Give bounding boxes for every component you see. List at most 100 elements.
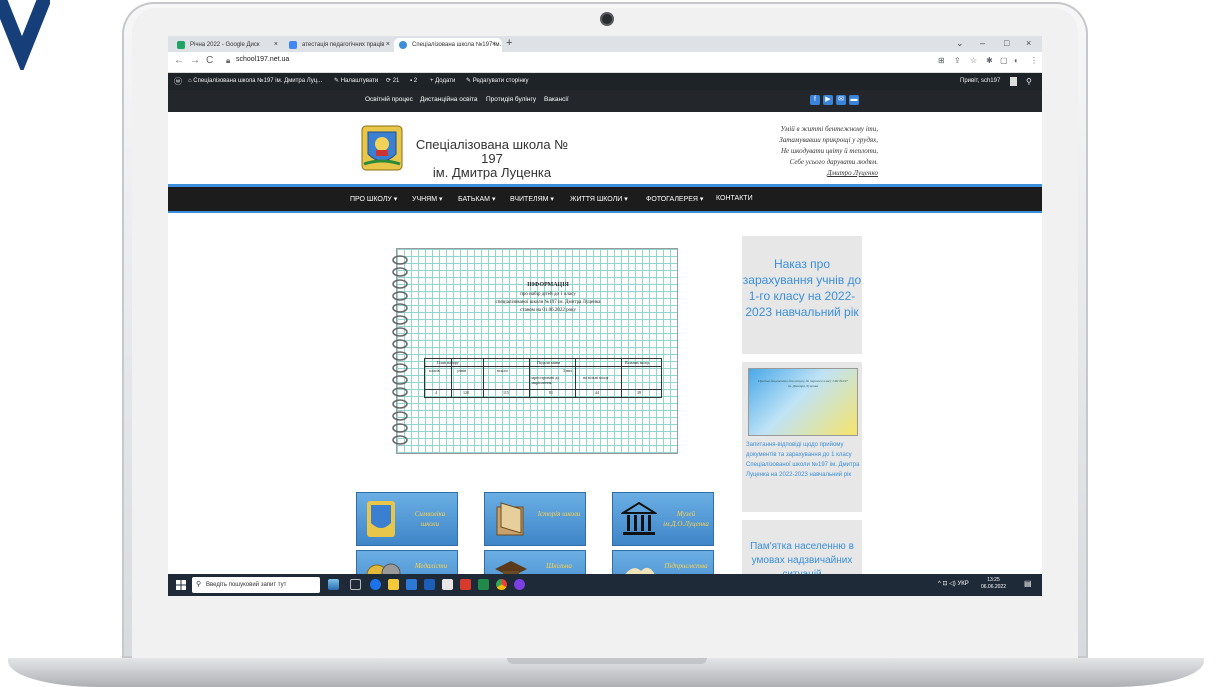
- table-subheader: класів: [429, 368, 440, 373]
- maximize-button[interactable]: □: [1004, 36, 1009, 50]
- notebook-rings: [392, 255, 408, 445]
- wp-edit-page-link[interactable]: ✎ Редагувати сторінку: [466, 73, 528, 90]
- main-nav-item[interactable]: БАТЬКАМ ▾: [458, 195, 495, 203]
- notebook-title: ІНФОРМАЦІЯ: [527, 282, 569, 288]
- wp-account-link[interactable]: Привіт, sch197: [960, 73, 1000, 90]
- sidebar-faq-link[interactable]: Запитання-відповіді щодо прийому докумен…: [746, 440, 860, 480]
- school-crest-icon[interactable]: [360, 124, 404, 172]
- close-window-button[interactable]: ×: [1026, 36, 1031, 50]
- header-poem: Умій в житті бентежному іти, Затамувавши…: [779, 125, 878, 177]
- edge-icon[interactable]: [370, 579, 381, 590]
- books-icon: [496, 502, 524, 536]
- weather-icon[interactable]: [328, 579, 339, 590]
- main-nav-item[interactable]: ПРО ШКОЛУ ▾: [350, 195, 397, 203]
- lock-icon[interactable]: 🔒︎: [226, 56, 230, 66]
- top-nav: Освітній процес Дистанційна освіта Проти…: [168, 90, 1042, 112]
- app-icon[interactable]: [442, 579, 453, 590]
- notebook-line: станом на 01.06.2022 року: [520, 308, 576, 313]
- wp-updates-link[interactable]: ⟳ 21: [386, 73, 399, 90]
- table-cell: 81: [549, 390, 553, 395]
- wp-admin-bar: ⓦ ⌂ Спеціалізована школа №197 ім. Дмитра…: [168, 73, 1042, 90]
- minimize-button[interactable]: –: [980, 36, 985, 50]
- top-nav-item[interactable]: Дистанційна освіта: [420, 96, 477, 103]
- email-icon[interactable]: ✉: [836, 95, 846, 105]
- translate-icon[interactable]: ⊞: [938, 56, 945, 65]
- tile-museum[interactable]: Музей ім.Д.О.Луценка: [612, 492, 714, 546]
- table-cell: 120: [463, 390, 469, 395]
- notifications-icon[interactable]: ▤: [1024, 579, 1032, 588]
- app-icon[interactable]: [514, 579, 525, 590]
- main-nav-item[interactable]: ЖИТТЯ ШКОЛИ ▾: [570, 195, 628, 203]
- task-view-icon[interactable]: [350, 579, 361, 590]
- top-nav-item[interactable]: Протидія булінгу: [486, 96, 536, 103]
- main-nav-item[interactable]: ФОТОГАЛЕРЕЯ ▾: [646, 195, 703, 203]
- close-tab-icon[interactable]: ×: [386, 38, 390, 52]
- wordpress-icon[interactable]: ⓦ: [174, 73, 182, 90]
- main-nav-item[interactable]: КОНТАКТИ: [716, 195, 753, 202]
- extensions-icon[interactable]: ✱: [986, 56, 993, 65]
- new-tab-button[interactable]: +: [506, 37, 512, 49]
- tab-search-icon[interactable]: ⌄: [956, 36, 964, 50]
- taskbar-search-input[interactable]: ⚲ Введіть пошуковий запит тут: [192, 577, 320, 593]
- share-icon[interactable]: ⇪: [954, 56, 961, 65]
- facebook-icon[interactable]: f: [810, 95, 820, 105]
- file-explorer-icon[interactable]: [388, 579, 399, 590]
- table-subheader: учнів: [457, 368, 467, 373]
- sidebar-order-link[interactable]: Наказ про зарахування учнів до 1-го клас…: [742, 236, 862, 354]
- table-subheader: всього: [497, 368, 509, 373]
- menu-icon[interactable]: ⋮: [1030, 56, 1038, 65]
- table-subheader: З них: [563, 368, 573, 373]
- avatar[interactable]: [1010, 77, 1017, 86]
- wp-customize-link[interactable]: ✎ Налаштувати: [334, 73, 378, 90]
- admission-banner-image[interactable]: Прийом документів для вступу до першого …: [748, 368, 858, 436]
- notebook-line: спеціалізованої школи №197 ім. Дмитра Лу…: [495, 300, 601, 305]
- rss-icon[interactable]: ▬: [849, 95, 859, 105]
- system-tray[interactable]: ^ ⊡ ◁) УКР: [938, 580, 969, 587]
- corner-logo: [0, 0, 50, 70]
- site-title[interactable]: Спеціалізована школа № 197 ім. Дмитра Лу…: [408, 138, 576, 180]
- table-subheader: зареєстровані до закріплення: [531, 375, 560, 385]
- browser-toolbar: ← → C 🔒︎ school197.net.ua ⊞ ⇪ ☆ ✱ ▢ ◐ ⋮: [168, 52, 1042, 73]
- main-nav-item[interactable]: УЧНЯМ ▾: [412, 195, 443, 203]
- laptop-notch: [507, 658, 707, 664]
- forward-icon[interactable]: →: [190, 55, 200, 66]
- top-nav-item[interactable]: Освітній процес: [365, 96, 413, 103]
- wp-comments-link[interactable]: ▪ 2: [410, 73, 417, 90]
- close-tab-icon[interactable]: ×: [492, 38, 496, 52]
- close-tab-icon[interactable]: ×: [274, 38, 278, 52]
- table-header: План набору: [437, 360, 459, 365]
- wp-site-link[interactable]: ⌂ Спеціалізована школа №197 ім. Дмитра Л…: [188, 73, 322, 90]
- table-cell: 44: [595, 390, 599, 395]
- back-icon[interactable]: ←: [174, 55, 184, 66]
- table-header: Вільних місць: [625, 360, 650, 365]
- profile-icon[interactable]: ◐: [1014, 56, 1019, 65]
- table-cell: 39: [637, 390, 641, 395]
- museum-icon: [621, 501, 657, 535]
- sidepanel-icon[interactable]: ▢: [1000, 56, 1008, 65]
- tile-history[interactable]: Історія школи: [484, 492, 586, 546]
- youtube-icon[interactable]: ▶: [823, 95, 833, 105]
- address-bar[interactable]: school197.net.ua: [236, 56, 289, 63]
- mail-icon[interactable]: [424, 579, 435, 590]
- search-icon[interactable]: ⚲: [1026, 73, 1032, 90]
- tile-symbolics[interactable]: Символіка школи: [356, 492, 458, 546]
- browser-tab-active[interactable]: Спеціалізована школа №197 ім. ×: [394, 38, 502, 52]
- taskbar-clock[interactable]: 13:25 06.06.2022: [981, 577, 1006, 591]
- browser-tab[interactable]: Річна 2022 - Google Диск ×: [172, 38, 284, 52]
- excel-icon[interactable]: [478, 579, 489, 590]
- store-icon[interactable]: [406, 579, 417, 590]
- bookmark-star-icon[interactable]: ☆: [970, 56, 977, 65]
- powerpoint-icon[interactable]: [460, 579, 471, 590]
- table-rule: [529, 359, 530, 397]
- table-cell: 4: [435, 390, 437, 395]
- top-nav-item[interactable]: Вакансії: [544, 96, 569, 103]
- admission-info-image[interactable]: [396, 248, 678, 454]
- wp-new-link[interactable]: + Додати: [430, 73, 455, 90]
- reload-icon[interactable]: C: [206, 55, 213, 66]
- browser-tab[interactable]: атестація педагогічних праців ×: [284, 38, 396, 52]
- chrome-icon[interactable]: [496, 579, 507, 590]
- google-icon: [289, 41, 297, 49]
- site-favicon-icon: [399, 41, 407, 49]
- main-nav-item[interactable]: ВЧИТЕЛЯМ ▾: [510, 195, 554, 203]
- windows-start-icon[interactable]: [176, 580, 186, 590]
